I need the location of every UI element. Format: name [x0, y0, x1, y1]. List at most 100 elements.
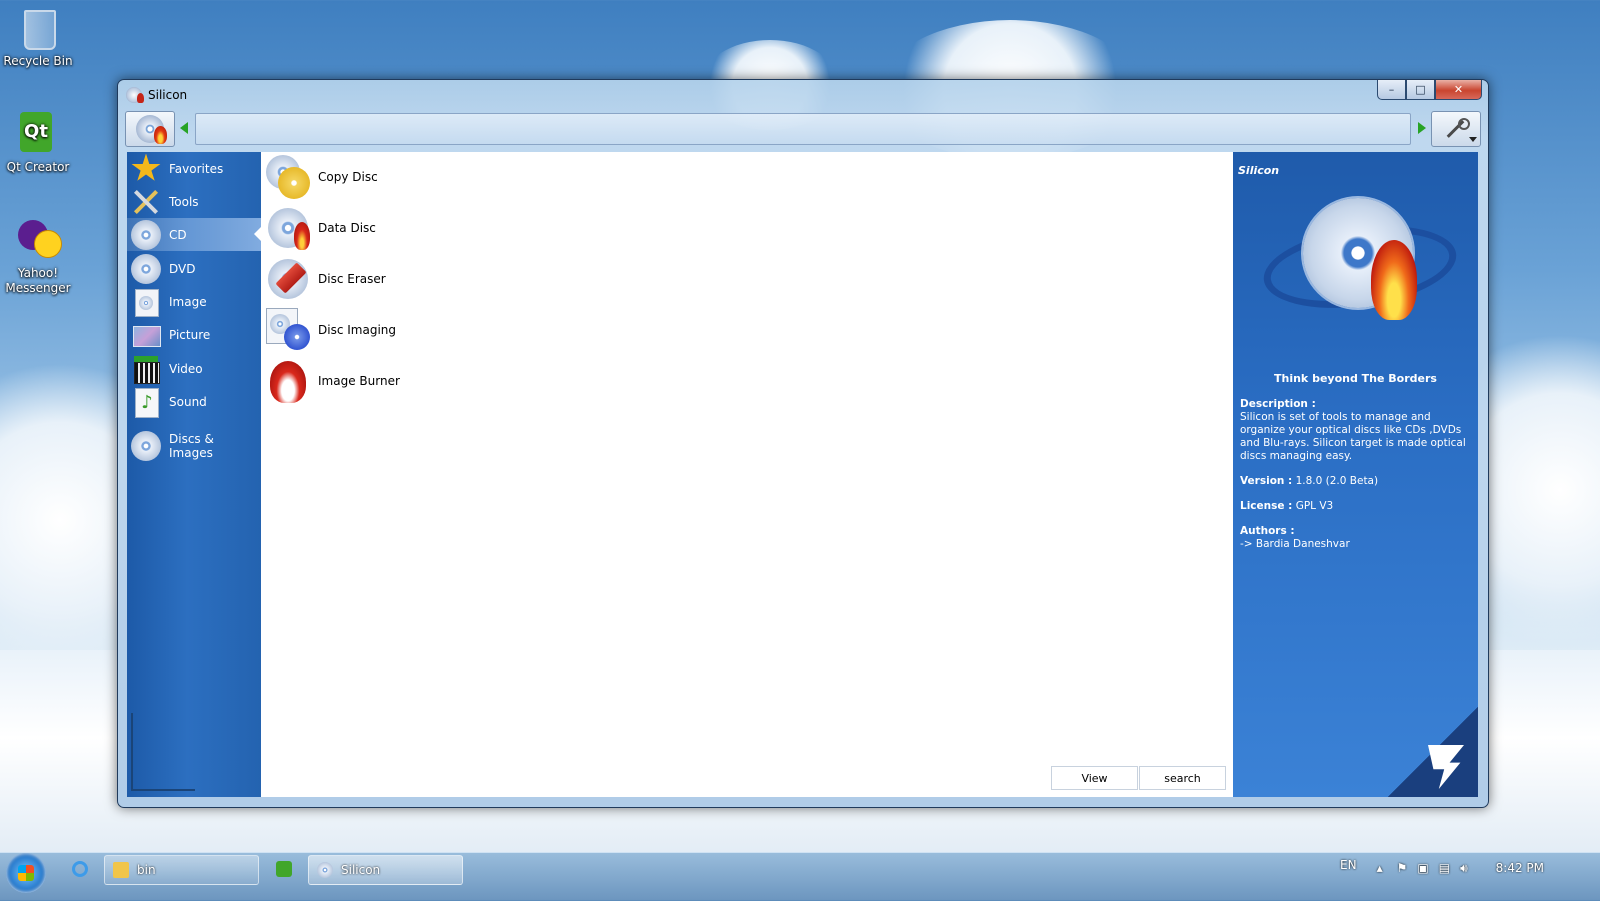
maximize-button[interactable]: □ — [1406, 80, 1435, 100]
tools-icon — [131, 187, 161, 217]
license-value: GPL V3 — [1295, 500, 1334, 512]
brand-label: Silicon — [1238, 164, 1280, 177]
cd-icon — [131, 219, 161, 250]
list-item-image-burner[interactable]: Image Burner — [266, 358, 400, 404]
sidebar-item-dvd[interactable]: DVD — [127, 252, 261, 285]
sidebar-item-image[interactable]: Image — [127, 285, 261, 318]
disc-eraser-icon — [266, 257, 310, 301]
tools-menu-button[interactable] — [1431, 111, 1481, 147]
sidebar-corner-decoration — [131, 713, 195, 791]
taskbar-item-label: bin — [137, 863, 156, 877]
silicon-taskbar-icon — [317, 862, 333, 878]
sound-icon: ♪ — [131, 387, 161, 418]
list-item-label: Image Burner — [318, 374, 400, 388]
silicon-window: Silicon – □ ✕ Favorites Tools CD DVD Ima… — [117, 79, 1489, 808]
internet-explorer-icon[interactable] — [72, 861, 88, 877]
list-item-label: Disc Eraser — [318, 272, 386, 286]
app-icon — [126, 87, 144, 103]
maximize-icon: □ — [1415, 83, 1426, 96]
data-disc-icon — [266, 206, 310, 250]
list-item-data-disc[interactable]: Data Disc — [266, 205, 376, 251]
tagline: Think beyond The Borders — [1274, 372, 1437, 385]
sidebar-item-label: Picture — [169, 327, 211, 342]
sidebar-item-label: Favorites — [169, 161, 224, 176]
close-icon: ✕ — [1453, 83, 1464, 96]
desktop-icon-yahoo-messenger[interactable]: Yahoo! Messenger — [0, 218, 76, 296]
minimize-button[interactable]: – — [1377, 80, 1406, 100]
clock[interactable]: 8:42 PM — [1496, 861, 1544, 875]
system-tray: EN ▴ ⚑ ▣ ▤ 🔊︎ 8:42 PM — [1340, 853, 1600, 883]
search-button[interactable]: search — [1139, 766, 1226, 790]
minimize-icon: – — [1388, 83, 1395, 96]
sidebar-item-tools[interactable]: Tools — [127, 185, 261, 218]
logo-flame-icon — [1371, 240, 1417, 320]
qt-creator-icon: Qt — [16, 112, 60, 156]
sidebar-item-label: Video — [169, 361, 203, 376]
flag-icon[interactable]: ⚑ — [1397, 861, 1408, 875]
volume-icon[interactable]: 🔊︎ — [1460, 861, 1468, 876]
sidebar-item-video[interactable]: Video — [127, 352, 261, 385]
corner-brand-logo — [1388, 707, 1478, 797]
network-icon[interactable]: ▤ — [1439, 861, 1450, 875]
info-panel: Silicon Think beyond The Borders Descrip… — [1233, 152, 1478, 797]
video-icon — [131, 354, 161, 384]
toolbar — [125, 110, 1481, 148]
description-label: Description : — [1240, 398, 1316, 410]
star-icon — [131, 153, 161, 181]
sidebar-item-favorites[interactable]: Favorites — [127, 152, 261, 185]
silicon-logo — [1258, 190, 1462, 350]
version-label: Version : — [1240, 475, 1293, 487]
discs-images-icon — [131, 430, 161, 461]
disc-imaging-icon — [266, 308, 310, 352]
sidebar: Favorites Tools CD DVD Image Picture Vid… — [127, 152, 262, 797]
desktop-icon-label: Recycle Bin — [3, 54, 73, 68]
list-item-copy-disc[interactable]: Copy Disc — [266, 154, 378, 200]
show-hidden-icons-icon[interactable]: ▴ — [1377, 861, 1383, 875]
recycle-bin-icon — [16, 6, 60, 50]
taskbar: bin Silicon EN ▴ ⚑ ▣ ▤ 🔊︎ 8:42 PM — [0, 852, 1600, 901]
start-button[interactable] — [6, 853, 46, 893]
copy-disc-icon — [266, 155, 310, 199]
device-icon[interactable]: ▣ — [1417, 861, 1428, 875]
view-button[interactable]: View — [1051, 766, 1138, 790]
sidebar-item-picture[interactable]: Picture — [127, 318, 261, 351]
title-bar[interactable]: Silicon — [126, 85, 187, 105]
taskbar-item-bin[interactable]: bin — [104, 855, 259, 885]
desktop-icon-recycle-bin[interactable]: Recycle Bin — [0, 6, 76, 69]
caption-buttons: – □ ✕ — [1377, 80, 1482, 100]
folder-icon — [113, 862, 129, 878]
sidebar-item-label: Sound — [169, 394, 207, 409]
app-menu-button[interactable] — [125, 111, 175, 147]
address-bar[interactable] — [195, 113, 1411, 145]
forward-arrow-icon[interactable] — [1418, 122, 1426, 134]
dropdown-caret-icon — [1469, 137, 1477, 142]
image-burner-icon — [266, 359, 310, 403]
taskbar-item-silicon[interactable]: Silicon — [308, 855, 463, 885]
back-arrow-icon[interactable] — [180, 122, 188, 134]
sidebar-item-label: Discs & Images — [169, 431, 214, 460]
list-item-label: Copy Disc — [318, 170, 378, 184]
license-label: License : — [1240, 500, 1293, 512]
image-icon — [131, 287, 161, 317]
sidebar-item-discs-images[interactable]: Discs & Images — [127, 429, 261, 462]
desktop-icon-label: Qt Creator — [6, 160, 70, 174]
qt-creator-taskbar-icon[interactable] — [276, 861, 292, 877]
sidebar-item-sound[interactable]: ♪ Sound — [127, 385, 261, 418]
about-text: Description : Silicon is set of tools to… — [1240, 398, 1472, 563]
list-item-disc-imaging[interactable]: Disc Imaging — [266, 307, 396, 353]
list-item-label: Data Disc — [318, 221, 376, 235]
close-button[interactable]: ✕ — [1435, 80, 1482, 100]
language-indicator[interactable]: EN — [1340, 858, 1357, 872]
sidebar-item-cd[interactable]: CD — [127, 218, 262, 251]
silicon-disc-icon — [136, 115, 167, 144]
wrench-icon — [1444, 118, 1470, 140]
list-item-disc-eraser[interactable]: Disc Eraser — [266, 256, 386, 302]
picture-icon — [131, 320, 161, 350]
list-item-label: Disc Imaging — [318, 323, 396, 337]
dvd-icon — [131, 253, 161, 284]
version-value: 1.8.0 (2.0 Beta) — [1295, 475, 1379, 487]
sidebar-item-label: Image — [169, 294, 207, 309]
desktop-icon-qt-creator[interactable]: Qt Qt Creator — [0, 112, 76, 175]
authors-label: Authors : — [1240, 525, 1295, 537]
window-title: Silicon — [148, 88, 188, 102]
